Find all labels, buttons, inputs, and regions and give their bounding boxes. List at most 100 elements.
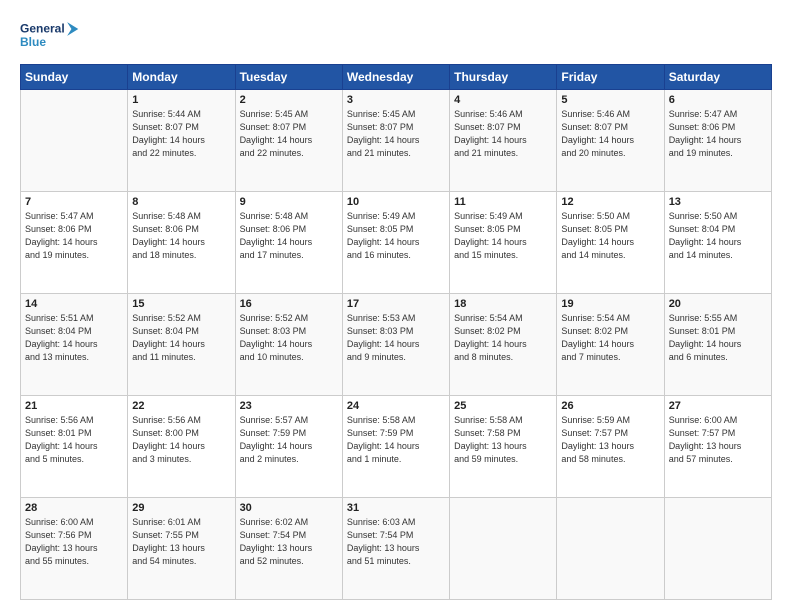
header-day: Saturday (664, 65, 771, 90)
week-row: 1 Sunrise: 5:44 AMSunset: 8:07 PMDaylight… (21, 90, 772, 192)
day-number: 25 (454, 400, 552, 412)
week-row: 14 Sunrise: 5:51 AMSunset: 8:04 PMDayligh… (21, 294, 772, 396)
svg-text:General: General (20, 21, 65, 35)
header: General Blue (20, 16, 772, 54)
calendar-cell: 29 Sunrise: 6:01 AMSunset: 7:55 PMDayligh… (128, 498, 235, 600)
calendar-cell: 25 Sunrise: 5:58 AMSunset: 7:58 PMDayligh… (450, 396, 557, 498)
calendar-cell: 7 Sunrise: 5:47 AMSunset: 8:06 PMDaylight… (21, 192, 128, 294)
logo-svg: General Blue (20, 16, 80, 54)
calendar-cell: 5Sunrise: 5:46 AMSunset: 8:07 PMDaylight… (557, 90, 664, 192)
day-info: Sunrise: 5:44 AMSunset: 8:07 PMDaylight:… (132, 108, 230, 160)
day-number: 29 (132, 502, 230, 514)
day-number: 28 (25, 502, 123, 514)
calendar-cell: 11 Sunrise: 5:49 AMSunset: 8:05 PMDayligh… (450, 192, 557, 294)
day-number: 23 (240, 400, 338, 412)
svg-text:Blue: Blue (20, 35, 46, 49)
calendar-cell: 16 Sunrise: 5:52 AMSunset: 8:03 PMDayligh… (235, 294, 342, 396)
day-number: 7 (25, 196, 123, 208)
day-number: 3 (347, 94, 445, 106)
day-info: Sunrise: 5:52 AMSunset: 8:03 PMDaylight:… (240, 312, 338, 364)
day-number: 11 (454, 196, 552, 208)
calendar-cell: 1 Sunrise: 5:44 AMSunset: 8:07 PMDaylight… (128, 90, 235, 192)
day-info: Sunrise: 5:50 AMSunset: 8:04 PMDaylight:… (669, 210, 767, 262)
calendar-table: SundayMondayTuesdayWednesdayThursdayFrid… (20, 64, 772, 600)
calendar-cell: 3 Sunrise: 5:45 AMSunset: 8:07 PMDaylight… (342, 90, 449, 192)
calendar-cell: 2 Sunrise: 5:45 AMSunset: 8:07 PMDaylight… (235, 90, 342, 192)
header-day: Wednesday (342, 65, 449, 90)
calendar-cell: 9Sunrise: 5:48 AMSunset: 8:06 PMDaylight… (235, 192, 342, 294)
day-number: 2 (240, 94, 338, 106)
day-number: 13 (669, 196, 767, 208)
calendar-cell: 31Sunrise: 6:03 AMSunset: 7:54 PMDayligh… (342, 498, 449, 600)
day-info: Sunrise: 5:55 AMSunset: 8:01 PMDaylight:… (669, 312, 767, 364)
day-number: 6 (669, 94, 767, 106)
day-number: 17 (347, 298, 445, 310)
day-number: 8 (132, 196, 230, 208)
week-row: 21Sunrise: 5:56 AMSunset: 8:01 PMDayligh… (21, 396, 772, 498)
day-number: 31 (347, 502, 445, 514)
day-info: Sunrise: 5:54 AMSunset: 8:02 PMDaylight:… (454, 312, 552, 364)
day-number: 21 (25, 400, 123, 412)
calendar-cell (450, 498, 557, 600)
header-row: SundayMondayTuesdayWednesdayThursdayFrid… (21, 65, 772, 90)
day-info: Sunrise: 5:45 AMSunset: 8:07 PMDaylight:… (347, 108, 445, 160)
day-number: 1 (132, 94, 230, 106)
day-info: Sunrise: 5:58 AMSunset: 7:58 PMDaylight:… (454, 414, 552, 466)
day-info: Sunrise: 5:51 AMSunset: 8:04 PMDaylight:… (25, 312, 123, 364)
day-number: 15 (132, 298, 230, 310)
calendar-cell (21, 90, 128, 192)
calendar-cell: 26 Sunrise: 5:59 AMSunset: 7:57 PMDayligh… (557, 396, 664, 498)
day-number: 12 (561, 196, 659, 208)
day-info: Sunrise: 6:00 AMSunset: 7:56 PMDaylight:… (25, 516, 123, 568)
day-number: 14 (25, 298, 123, 310)
calendar-cell: 14 Sunrise: 5:51 AMSunset: 8:04 PMDayligh… (21, 294, 128, 396)
day-info: Sunrise: 5:45 AMSunset: 8:07 PMDaylight:… (240, 108, 338, 160)
calendar-cell: 17 Sunrise: 5:53 AMSunset: 8:03 PMDayligh… (342, 294, 449, 396)
day-info: Sunrise: 5:46 AMSunset: 8:07 PMDaylight:… (454, 108, 552, 160)
day-info: Sunrise: 5:57 AMSunset: 7:59 PMDaylight:… (240, 414, 338, 466)
day-number: 4 (454, 94, 552, 106)
header-day: Monday (128, 65, 235, 90)
day-info: Sunrise: 5:54 AMSunset: 8:02 PMDaylight:… (561, 312, 659, 364)
day-info: Sunrise: 5:46 AMSunset: 8:07 PMDaylight:… (561, 108, 659, 160)
day-number: 27 (669, 400, 767, 412)
logo: General Blue (20, 16, 80, 54)
calendar-cell: 20 Sunrise: 5:55 AMSunset: 8:01 PMDayligh… (664, 294, 771, 396)
calendar-page: General Blue SundayMondayTuesdayWednesda… (0, 0, 792, 612)
day-number: 18 (454, 298, 552, 310)
calendar-cell: 8 Sunrise: 5:48 AMSunset: 8:06 PMDaylight… (128, 192, 235, 294)
calendar-cell: 4 Sunrise: 5:46 AMSunset: 8:07 PMDaylight… (450, 90, 557, 192)
calendar-cell: 21Sunrise: 5:56 AMSunset: 8:01 PMDayligh… (21, 396, 128, 498)
day-number: 30 (240, 502, 338, 514)
day-number: 26 (561, 400, 659, 412)
week-row: 28 Sunrise: 6:00 AMSunset: 7:56 PMDayligh… (21, 498, 772, 600)
header-day: Friday (557, 65, 664, 90)
day-info: Sunrise: 5:49 AMSunset: 8:05 PMDaylight:… (347, 210, 445, 262)
week-row: 7 Sunrise: 5:47 AMSunset: 8:06 PMDaylight… (21, 192, 772, 294)
calendar-cell: 28 Sunrise: 6:00 AMSunset: 7:56 PMDayligh… (21, 498, 128, 600)
day-info: Sunrise: 5:56 AMSunset: 8:00 PMDaylight:… (132, 414, 230, 466)
calendar-cell: 15Sunrise: 5:52 AMSunset: 8:04 PMDayligh… (128, 294, 235, 396)
header-day: Tuesday (235, 65, 342, 90)
calendar-cell: 18 Sunrise: 5:54 AMSunset: 8:02 PMDayligh… (450, 294, 557, 396)
calendar-cell (664, 498, 771, 600)
day-info: Sunrise: 5:49 AMSunset: 8:05 PMDaylight:… (454, 210, 552, 262)
day-number: 19 (561, 298, 659, 310)
day-number: 22 (132, 400, 230, 412)
day-info: Sunrise: 5:47 AMSunset: 8:06 PMDaylight:… (669, 108, 767, 160)
day-info: Sunrise: 5:53 AMSunset: 8:03 PMDaylight:… (347, 312, 445, 364)
calendar-cell: 10 Sunrise: 5:49 AMSunset: 8:05 PMDayligh… (342, 192, 449, 294)
calendar-cell: 19 Sunrise: 5:54 AMSunset: 8:02 PMDayligh… (557, 294, 664, 396)
day-number: 16 (240, 298, 338, 310)
day-info: Sunrise: 5:48 AMSunset: 8:06 PMDaylight:… (132, 210, 230, 262)
day-info: Sunrise: 5:59 AMSunset: 7:57 PMDaylight:… (561, 414, 659, 466)
calendar-cell: 30Sunrise: 6:02 AMSunset: 7:54 PMDayligh… (235, 498, 342, 600)
day-info: Sunrise: 6:01 AMSunset: 7:55 PMDaylight:… (132, 516, 230, 568)
calendar-cell: 23 Sunrise: 5:57 AMSunset: 7:59 PMDayligh… (235, 396, 342, 498)
header-day: Sunday (21, 65, 128, 90)
calendar-cell: 27Sunrise: 6:00 AMSunset: 7:57 PMDayligh… (664, 396, 771, 498)
day-info: Sunrise: 5:47 AMSunset: 8:06 PMDaylight:… (25, 210, 123, 262)
day-number: 20 (669, 298, 767, 310)
day-number: 10 (347, 196, 445, 208)
day-info: Sunrise: 5:48 AMSunset: 8:06 PMDaylight:… (240, 210, 338, 262)
